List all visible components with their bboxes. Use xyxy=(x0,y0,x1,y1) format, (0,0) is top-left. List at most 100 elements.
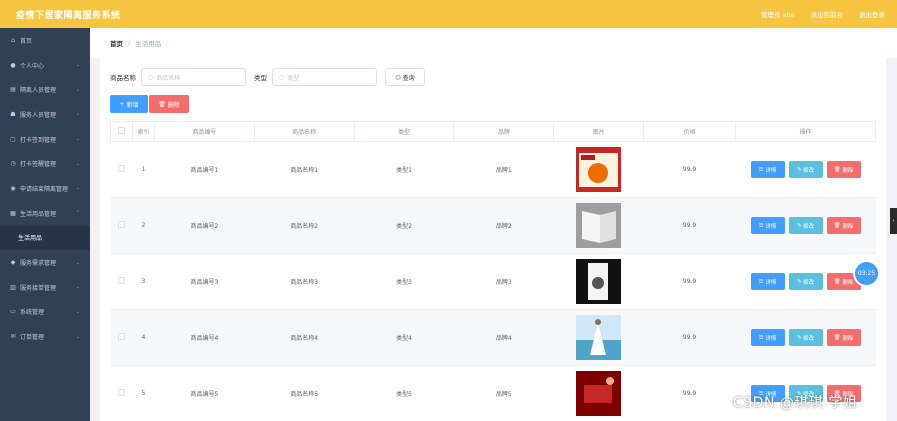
cell-type: 类型3 xyxy=(354,253,454,310)
trash-icon: 🗑 xyxy=(833,278,843,285)
goods-table: 索引 商品编号 商品名称 类型 品牌 图片 价格 操作 1 商品编号1 商品名称… xyxy=(110,121,876,421)
detail-button[interactable]: ☰ 详情 xyxy=(750,329,785,346)
list-icon: ▤ xyxy=(10,86,16,94)
team-icon: ☗ xyxy=(10,110,16,118)
column-header: 商品名称 xyxy=(253,121,355,142)
trash-icon: 🗑 xyxy=(833,334,843,341)
row-checkbox[interactable] xyxy=(117,333,125,340)
column-header: 商品编号 xyxy=(153,121,255,142)
cell-code: 商品编号5 xyxy=(154,365,255,421)
cell-index: 4 xyxy=(132,309,155,366)
column-header: 图片 xyxy=(553,121,645,142)
sidebar-item-home[interactable]: ⌂ 首页 xyxy=(0,28,90,53)
chevron-down-icon: ⌄ xyxy=(75,185,80,192)
cell-code: 商品编号2 xyxy=(154,197,255,254)
timer-badge[interactable]: 03:25 xyxy=(855,262,878,285)
breadcrumb-current: 生活用品 xyxy=(135,40,162,48)
side-handle[interactable]: ‹ xyxy=(890,208,897,234)
cell-index: 3 xyxy=(132,253,155,310)
search-bar: 商品名称 ○ 商品名称 类型 ○ 类型 ○ 查询 xyxy=(110,68,425,86)
delete-button[interactable]: 🗑 删除 xyxy=(826,217,861,234)
edit-button[interactable]: ✎ 修改 xyxy=(788,161,823,178)
product-image-red-room xyxy=(576,371,622,416)
settings-icon: ▭ xyxy=(10,308,16,316)
add-button[interactable]: + 新增 xyxy=(110,95,148,113)
sidebar-item-isolation[interactable]: ▤ 隔离人员管理 ⌄ xyxy=(0,77,90,102)
chevron-down-icon: ⌄ xyxy=(75,86,80,93)
type-label: 类型 xyxy=(254,74,267,82)
cell-code: 商品编号4 xyxy=(154,309,255,366)
user-icon: ● xyxy=(10,61,16,69)
cell-name: 商品名称2 xyxy=(254,197,355,254)
cell-type: 类型5 xyxy=(354,365,454,421)
edit-button[interactable]: ✎ 修改 xyxy=(788,329,823,346)
chevron-down-icon: ⌄ xyxy=(75,62,80,69)
product-image-dress xyxy=(576,315,622,360)
product-image-book xyxy=(576,203,622,248)
row-checkbox[interactable] xyxy=(117,277,125,284)
query-button[interactable]: ○ 查询 xyxy=(385,68,425,86)
chevron-down-icon: ⌄ xyxy=(75,284,80,291)
delete-button[interactable]: 🗑 删除 xyxy=(826,161,861,178)
type-search-input[interactable]: ○ 类型 xyxy=(272,68,377,86)
app-title: 疫情下居家隔离服务系统 xyxy=(16,10,121,21)
detail-button[interactable]: ☰ 详情 xyxy=(750,161,785,178)
sidebar-item-staff[interactable]: ☗ 服务人员管理 ⌄ xyxy=(0,102,90,127)
cell-brand: 品牌2 xyxy=(453,197,554,254)
cell-brand: 品牌4 xyxy=(453,309,554,366)
location-icon: ◆ xyxy=(10,259,16,267)
chevron-down-icon: ⌄ xyxy=(75,333,80,340)
detail-button[interactable]: ☰ 详情 xyxy=(750,217,785,234)
column-header: 类型 xyxy=(353,121,455,142)
logout-link[interactable]: 退出登录 xyxy=(859,9,885,19)
product-image-food-packet xyxy=(576,147,622,192)
select-all-checkbox[interactable] xyxy=(117,127,125,134)
edit-button[interactable]: ✎ 修改 xyxy=(788,273,823,290)
sidebar-item-end-isolation[interactable]: ◉ 申请结束隔离管理 ⌄ xyxy=(0,176,90,201)
cell-price: 99.9 xyxy=(643,141,736,198)
sidebar-item-orders[interactable]: ✉ 订单管理 ⌄ xyxy=(0,324,90,349)
delete-button[interactable]: 🗑 删除 xyxy=(826,329,861,346)
breadcrumb-home[interactable]: 首页 xyxy=(110,38,123,48)
cell-index: 1 xyxy=(132,141,155,198)
trash-icon: 🗑 xyxy=(833,166,843,173)
grid-icon: ▥ xyxy=(10,283,16,291)
sidebar-item-reminder[interactable]: ◷ 打卡签醒管理 ⌄ xyxy=(0,151,90,176)
mail-icon: ✉ xyxy=(10,333,16,341)
chevron-down-icon: ⌄ xyxy=(75,111,80,118)
back-to-frontend-link[interactable]: 退出到前台 xyxy=(811,9,844,19)
sidebar-item-supplies-mgmt[interactable]: ▦ 生活用品管理 ⌃ xyxy=(0,201,90,226)
search-icon: ○ xyxy=(148,73,154,81)
table-row: 4 商品编号4 商品名称4 类型4 品牌4 99.9 ☰ 详情 ✎ 修改 🗑 删… xyxy=(110,309,876,366)
content-panel: 商品名称 ○ 商品名称 类型 ○ 类型 ○ 查询 + 新增 🗑 删除 索引 商品编号… xyxy=(100,58,886,421)
row-checkbox[interactable] xyxy=(117,221,125,228)
batch-delete-button[interactable]: 🗑 删除 xyxy=(149,95,189,113)
name-label: 商品名称 xyxy=(110,74,136,82)
cell-name: 商品名称5 xyxy=(254,365,355,421)
select-all-header[interactable] xyxy=(110,121,133,142)
row-checkbox[interactable] xyxy=(117,165,125,172)
breadcrumb-separator: / xyxy=(128,39,131,47)
edit-button[interactable]: ✎ 修改 xyxy=(788,217,823,234)
sidebar-item-system[interactable]: ▭ 系统管理 ⌄ xyxy=(0,300,90,325)
detail-button[interactable]: ☰ 详情 xyxy=(750,273,785,290)
sidebar-item-service-demand[interactable]: ◆ 服务需求管理 ⌄ xyxy=(0,250,90,275)
top-header: 疫情下居家隔离服务系统 管理员 abo 退出到前台 退出登录 xyxy=(0,0,897,28)
breadcrumb: 首页 / 生活用品 xyxy=(90,28,897,58)
sidebar-item-checkin[interactable]: ▢ 打卡签到管理 ⌄ xyxy=(0,127,90,152)
sidebar-item-orders-accept[interactable]: ▥ 服务接单管理 ⌄ xyxy=(0,275,90,300)
sidebar-item-profile[interactable]: ● 个人中心 ⌄ xyxy=(0,53,90,78)
cell-name: 商品名称1 xyxy=(254,141,355,198)
column-header: 价格 xyxy=(643,121,736,142)
cell-index: 2 xyxy=(132,197,155,254)
table-row: 1 商品编号1 商品名称1 类型1 品牌1 99.9 ☰ 详情 ✎ 修改 🗑 删… xyxy=(110,141,876,198)
search-icon: ○ xyxy=(279,73,285,81)
pin-icon: ◉ xyxy=(10,184,16,192)
table-header-row: 索引 商品编号 商品名称 类型 品牌 图片 价格 操作 xyxy=(110,121,876,142)
sidebar-subitem-supplies[interactable]: 生活用品 xyxy=(0,225,90,251)
chevron-down-icon: ⌄ xyxy=(75,160,80,167)
user-label: 管理员 abo xyxy=(760,11,795,19)
name-search-input[interactable]: ○ 商品名称 xyxy=(141,68,246,86)
row-checkbox[interactable] xyxy=(117,389,125,396)
chevron-down-icon: ⌄ xyxy=(75,136,80,143)
